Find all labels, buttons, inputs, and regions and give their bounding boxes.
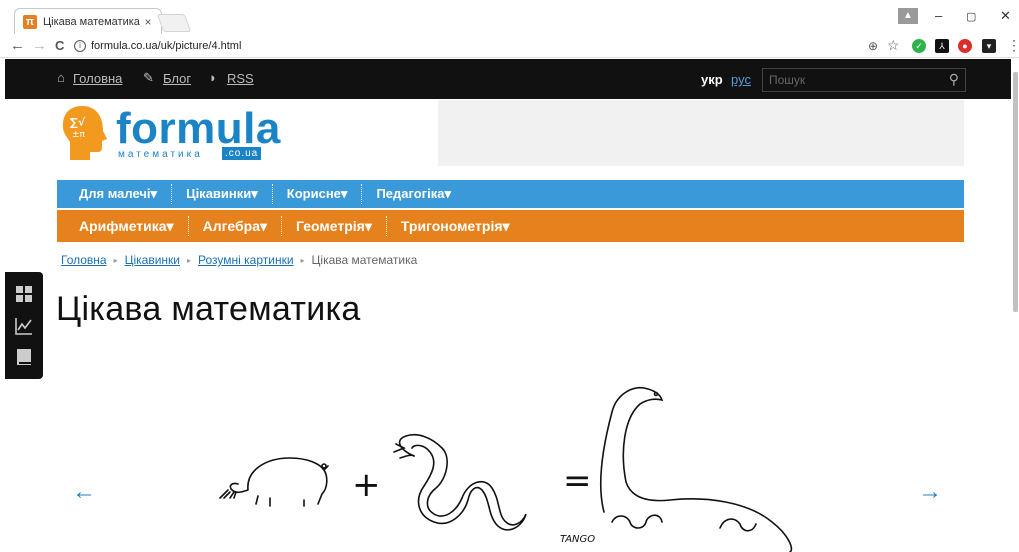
next-picture-arrow[interactable]: →	[918, 478, 942, 506]
extension-check-icon[interactable]: ✓	[912, 39, 926, 53]
plus-sign: +	[352, 465, 381, 505]
breadcrumb: Головна ▸ Цікавинки ▸ Розумні картинки ▸…	[61, 253, 417, 267]
extension-pdf-icon[interactable]: ⅄	[935, 39, 949, 53]
lang-rus-link[interactable]: рус	[731, 72, 751, 87]
secondary-menu: Арифметика▾ Алгебра▾ Геометрія▾ Тригоном…	[57, 210, 964, 242]
url-field[interactable]: i formula.co.ua/uk/picture/4.html	[74, 36, 894, 56]
zoom-icon[interactable]: ⊕	[868, 39, 878, 53]
home-icon: ⌂	[57, 70, 65, 85]
book-icon[interactable]	[14, 347, 34, 367]
close-window-icon[interactable]: ✕	[1000, 8, 1011, 24]
menu-item-kids[interactable]: Для малечі▾	[57, 184, 173, 204]
prev-picture-arrow[interactable]: ←	[72, 478, 96, 506]
site-info-icon[interactable]: i	[74, 40, 86, 52]
breadcrumb-home[interactable]: Головна	[61, 253, 107, 267]
breadcrumb-curiosities[interactable]: Цікавинки	[125, 253, 180, 267]
forward-icon[interactable]: →	[32, 37, 47, 54]
nav-blog-link[interactable]: Блог	[163, 71, 191, 86]
menu-item-trigonometry[interactable]: Тригонометрія▾	[387, 216, 524, 236]
nav-home-link[interactable]: Головна	[73, 71, 122, 86]
artist-signature: TANGO	[560, 534, 595, 545]
browser-tab[interactable]: π Цікава математика | Ро: ×	[14, 8, 162, 34]
address-bar: ← → C i formula.co.ua/uk/picture/4.html …	[0, 34, 1019, 58]
logo-subtitle: математика	[118, 149, 203, 160]
calculator-icon[interactable]	[14, 284, 34, 304]
reload-icon[interactable]: C	[55, 38, 64, 53]
menu-item-geometry[interactable]: Геометрія▾	[282, 216, 387, 236]
chart-icon[interactable]	[14, 316, 34, 336]
equals-sign: =	[563, 461, 592, 501]
menu-item-pedagogy[interactable]: Педагогіка▾	[362, 184, 465, 204]
cartoon-picture: + = TANGO	[219, 387, 793, 552]
logo-head-icon[interactable]: ∑√ ±π	[60, 104, 110, 162]
menu-item-algebra[interactable]: Алгебра▾	[189, 216, 283, 236]
browser-tabbar: π Цікава математика | Ро: × ▲ – ▢ ✕	[0, 0, 1019, 34]
breadcrumb-current: Цікава математика	[311, 253, 418, 267]
breadcrumb-separator: ▸	[113, 255, 118, 265]
menu-item-arithmetic[interactable]: Арифметика▾	[57, 216, 189, 236]
tab-close-icon[interactable]: ×	[141, 15, 155, 29]
blog-icon: ✎	[143, 70, 154, 85]
search-input[interactable]	[763, 69, 943, 91]
browser-menu-icon[interactable]: ⋮	[1007, 37, 1019, 54]
minimize-icon[interactable]: –	[935, 8, 942, 23]
back-icon[interactable]: ←	[10, 37, 25, 54]
breadcrumb-separator: ▸	[187, 255, 192, 265]
nav-rss-link[interactable]: RSS	[227, 71, 254, 86]
rss-icon: ◗	[209, 70, 217, 85]
url-text: formula.co.ua/uk/picture/4.html	[91, 40, 242, 52]
lang-ukr: укр	[701, 72, 723, 87]
scrollbar-thumb[interactable]	[1013, 72, 1018, 312]
logo-domain: .co.ua	[222, 147, 262, 160]
page-title: Цікава математика	[56, 290, 361, 328]
ad-banner	[438, 100, 964, 166]
breadcrumb-smart-pictures[interactable]: Розумні картинки	[198, 253, 294, 267]
tab-title: Цікава математика | Ро:	[43, 15, 141, 28]
profile-icon[interactable]: ▲	[898, 8, 918, 24]
breadcrumb-separator: ▸	[300, 255, 305, 265]
site-topnav: ⌂ Головна ✎ Блог ◗ RSS укр рус ⚲	[5, 59, 1014, 99]
extension-adblock-icon[interactable]: ●	[958, 39, 972, 53]
restore-icon[interactable]: ▢	[966, 10, 976, 23]
new-tab-button[interactable]	[156, 14, 192, 32]
side-toolbar	[5, 272, 43, 379]
svg-text:±π: ±π	[72, 130, 86, 140]
menu-item-useful[interactable]: Корисне▾	[273, 184, 363, 204]
search-box: ⚲	[762, 68, 966, 92]
primary-menu: Для малечі▾ Цікавинки▾ Корисне▾ Педагогі…	[57, 180, 964, 208]
menu-item-curiosities[interactable]: Цікавинки▾	[172, 184, 273, 204]
tab-favicon-icon: π	[23, 14, 37, 29]
extension-pocket-icon[interactable]: ▾	[982, 39, 996, 53]
bookmark-star-icon[interactable]: ☆	[887, 37, 900, 54]
svg-text:∑√: ∑√	[70, 116, 86, 129]
search-icon[interactable]: ⚲	[949, 71, 959, 88]
